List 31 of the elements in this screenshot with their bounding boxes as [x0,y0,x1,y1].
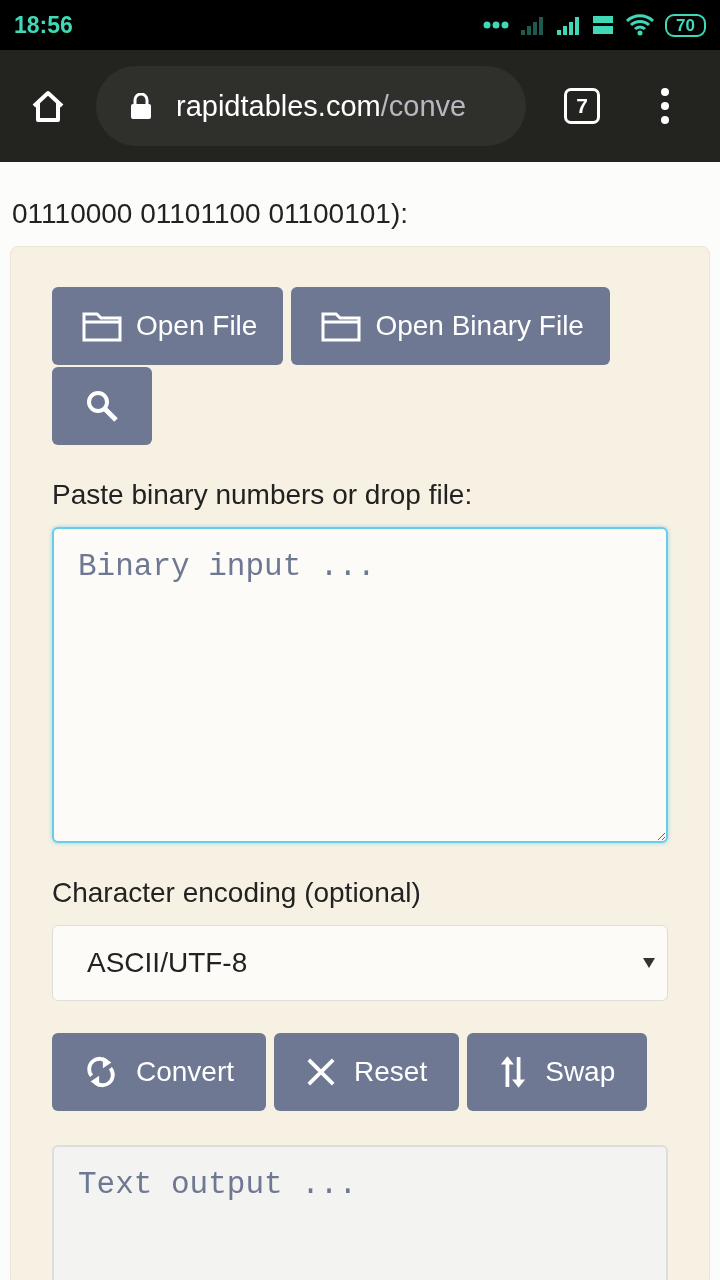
file-button[interactable]: Open File [52,287,284,365]
more-menu-icon[interactable] [660,88,670,124]
caret-icon [643,958,655,968]
folder-icon [321,310,362,342]
encoding-label: Character encoding (optional) [52,877,422,909]
address-bar[interactable]: rapidtables.com/conve [96,66,526,146]
dots-icon [483,21,510,29]
lock-icon [130,93,152,119]
url-text: rapidtables.com/conve [176,89,467,123]
clock-time: 18:56 [14,11,73,39]
text-output-field[interactable]: Text output ... [52,1145,668,1280]
close-icon [306,1057,337,1087]
file-button[interactable]: Open Binary File [291,287,610,365]
tab-count-button[interactable]: 7 [564,88,600,124]
wifi-icon [625,13,656,37]
action-button[interactable]: Reset [274,1033,460,1111]
search-button[interactable] [52,367,152,445]
swap-icon [499,1055,528,1089]
signal-icon [519,15,546,35]
intro-text: 01110000 01101100 01100101): [11,197,409,231]
home-icon[interactable] [30,88,66,124]
action-button[interactable]: Convert [52,1033,267,1111]
encoding-dropdown[interactable]: ASCII/UTF-8 [52,925,668,1001]
input-label: Paste binary numbers or drop file: [52,479,474,511]
signal-icon [555,15,582,35]
folder-icon [82,310,122,342]
binary-input-field[interactable]: Binary input ... [52,527,668,843]
action-button[interactable]: Swap [467,1033,648,1111]
search-icon [84,388,120,424]
volte-icon [591,13,616,37]
battery-level: 70 [665,13,706,37]
